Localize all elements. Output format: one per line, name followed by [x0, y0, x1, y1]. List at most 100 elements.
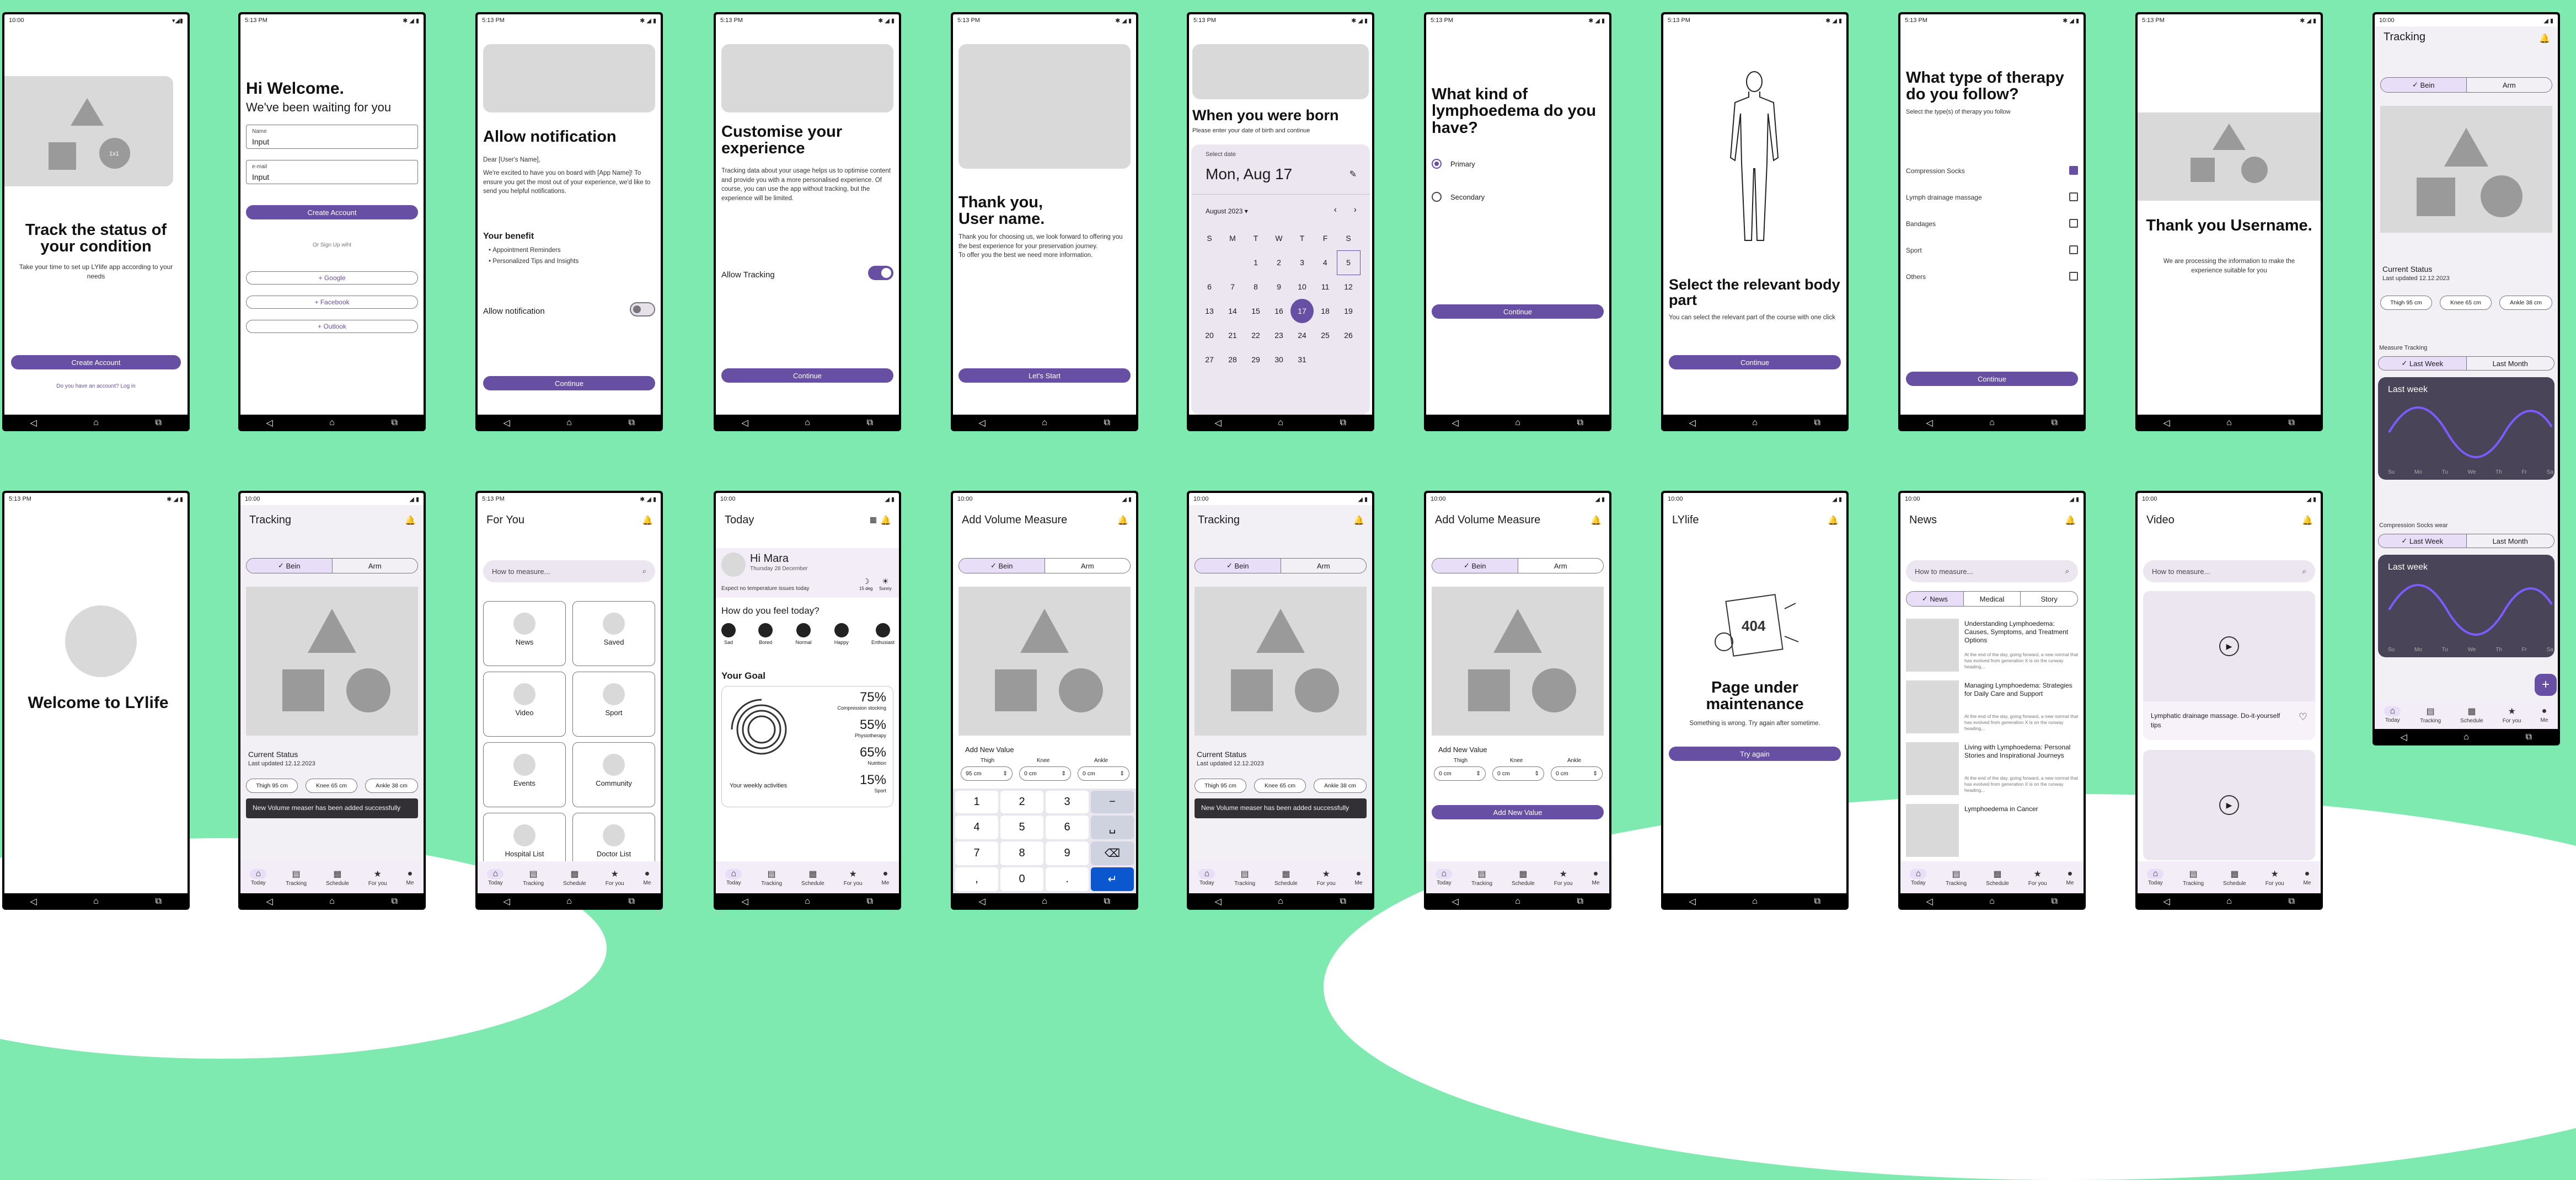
nav-tracking[interactable]: ▤ Tracking: [1234, 868, 1255, 887]
home-icon[interactable]: ⌂: [1744, 897, 1766, 907]
recents-icon[interactable]: ⧉: [2280, 418, 2302, 428]
tab-news[interactable]: ✓ News: [1906, 592, 1963, 606]
back-icon[interactable]: ◁: [1444, 896, 1466, 907]
calendar-day[interactable]: 8: [1244, 275, 1267, 299]
nav-schedule[interactable]: ▦ Schedule: [2460, 706, 2483, 724]
play-icon[interactable]: ▶: [2219, 795, 2239, 815]
recents-icon[interactable]: ⧉: [2280, 897, 2302, 907]
calendar-day[interactable]: 11: [1314, 275, 1337, 299]
continue-button[interactable]: Continue: [1669, 355, 1841, 369]
recents-icon[interactable]: ⧉: [1096, 418, 1118, 428]
nav-tracking[interactable]: ▤ Tracking: [286, 868, 307, 887]
key[interactable]: −: [1091, 791, 1134, 813]
therapy-checkbox[interactable]: [2069, 192, 2078, 201]
back-icon[interactable]: ◁: [1207, 896, 1229, 907]
nav-today[interactable]: ⌂ Today: [2147, 868, 2164, 886]
key[interactable]: 1: [955, 791, 998, 813]
back-icon[interactable]: ◁: [1919, 417, 1941, 428]
thigh-stepper[interactable]: 95 cm ⇕: [961, 766, 1013, 781]
back-icon[interactable]: ◁: [2156, 417, 2178, 428]
back-icon[interactable]: ◁: [734, 896, 756, 907]
home-icon[interactable]: ⌂: [558, 897, 580, 907]
key[interactable]: 7: [955, 841, 998, 865]
recents-icon[interactable]: ⧉: [620, 418, 642, 428]
calendar-day[interactable]: 24: [1290, 323, 1314, 347]
ankle-stepper[interactable]: 0 cm ⇕: [1551, 766, 1603, 781]
tab-story[interactable]: Story: [2020, 592, 2077, 606]
therapy-checkbox[interactable]: [2069, 245, 2078, 254]
home-icon[interactable]: ⌂: [1270, 897, 1292, 907]
news-thumbnail[interactable]: [1906, 619, 1959, 672]
tile-community[interactable]: Community: [572, 742, 655, 807]
calendar-day[interactable]: 29: [1244, 347, 1267, 372]
mood-option[interactable]: Happy: [834, 623, 849, 645]
key[interactable]: 4: [955, 816, 998, 839]
calendar-day[interactable]: 15: [1244, 299, 1267, 323]
seg-last-month[interactable]: Last Month: [2466, 357, 2554, 370]
search-bar[interactable]: How to measure... ⌕: [483, 560, 655, 582]
back-icon[interactable]: ◁: [496, 896, 518, 907]
nav-foryou[interactable]: ★ For you: [368, 868, 387, 887]
nav-schedule[interactable]: ▦ Schedule: [1986, 868, 2009, 887]
search-icon[interactable]: ⌕: [642, 567, 646, 576]
bell-icon[interactable]: 🔔: [2065, 515, 2076, 526]
search-icon[interactable]: ⌕: [2302, 567, 2306, 576]
key[interactable]: ,: [955, 867, 998, 891]
login-link[interactable]: Do you have an account? Log in: [4, 383, 188, 391]
nav-foryou[interactable]: ★ For you: [2028, 868, 2047, 887]
nav-schedule[interactable]: ▦ Schedule: [326, 868, 349, 887]
recents-icon[interactable]: ⧉: [1569, 897, 1591, 907]
nav-tracking[interactable]: ▤ Tracking: [2420, 706, 2441, 724]
recents-icon[interactable]: ⧉: [2043, 418, 2065, 428]
search-icon[interactable]: ⌕: [2065, 567, 2069, 576]
tracking-toggle[interactable]: [868, 266, 893, 280]
nav-me[interactable]: ● Me: [2304, 869, 2311, 886]
ankle-chip[interactable]: Ankle 38 cm: [365, 779, 418, 793]
add-new-value-button[interactable]: Add New Value: [1432, 805, 1604, 819]
back-icon[interactable]: ◁: [1681, 417, 1704, 428]
calendar-day[interactable]: 7: [1221, 275, 1244, 299]
body-figure-icon[interactable]: [1718, 69, 1790, 246]
back-icon[interactable]: ◁: [259, 417, 281, 428]
nav-foryou[interactable]: ★ For you: [2503, 706, 2521, 724]
home-icon[interactable]: ⌂: [2218, 418, 2240, 428]
nav-foryou[interactable]: ★ For you: [606, 868, 624, 887]
calendar-day[interactable]: 4: [1314, 250, 1337, 275]
ankle-stepper[interactable]: 0 cm ⇕: [1078, 766, 1129, 781]
calendar-day[interactable]: 2: [1267, 250, 1290, 275]
bell-icon[interactable]: 🔔: [1590, 515, 1602, 526]
edit-icon[interactable]: ✎: [1349, 169, 1357, 180]
seg-bein[interactable]: ✓ Bein: [959, 559, 1045, 573]
radio-secondary[interactable]: [1432, 192, 1442, 202]
calendar-day[interactable]: 25: [1314, 323, 1337, 347]
continue-button[interactable]: Continue: [721, 368, 893, 383]
recents-icon[interactable]: ⧉: [859, 897, 881, 907]
knee-stepper[interactable]: 0 cm ⇕: [1019, 766, 1071, 781]
calendar-day[interactable]: 30: [1267, 347, 1290, 372]
nav-today[interactable]: ⌂ Today: [2384, 706, 2401, 723]
news-thumbnail[interactable]: [1906, 742, 1959, 795]
mood-option[interactable]: Bored: [758, 623, 773, 645]
back-icon[interactable]: ◁: [734, 417, 756, 428]
recents-icon[interactable]: ⧉: [2043, 897, 2065, 907]
key[interactable]: ␣: [1091, 816, 1134, 839]
nav-me[interactable]: ● Me: [406, 869, 414, 886]
recents-icon[interactable]: ⧉: [1332, 897, 1354, 907]
news-headline[interactable]: Managing Lymphoedema: Strategies for Dai…: [1964, 682, 2079, 698]
recents-icon[interactable]: ⧉: [2518, 732, 2540, 742]
key[interactable]: 0: [1000, 867, 1043, 891]
seg-arm[interactable]: Arm: [1280, 559, 1367, 573]
facebook-button[interactable]: + Facebook: [246, 296, 418, 309]
key[interactable]: ↵: [1091, 867, 1134, 891]
body-segment[interactable]: ✓ Bein Arm: [958, 558, 1131, 573]
nav-tracking[interactable]: ▤ Tracking: [1471, 868, 1492, 887]
back-icon[interactable]: ◁: [2156, 896, 2178, 907]
recents-icon[interactable]: ⧉: [147, 897, 169, 907]
therapy-checkbox[interactable]: [2069, 272, 2078, 281]
back-icon[interactable]: ◁: [971, 417, 993, 428]
nav-today[interactable]: ⌂ Today: [1910, 868, 1927, 886]
continue-button[interactable]: Continue: [1906, 372, 2078, 386]
notification-toggle[interactable]: [630, 302, 655, 317]
back-icon[interactable]: ◁: [2393, 732, 2415, 743]
nav-schedule[interactable]: ▦ Schedule: [2223, 868, 2246, 887]
